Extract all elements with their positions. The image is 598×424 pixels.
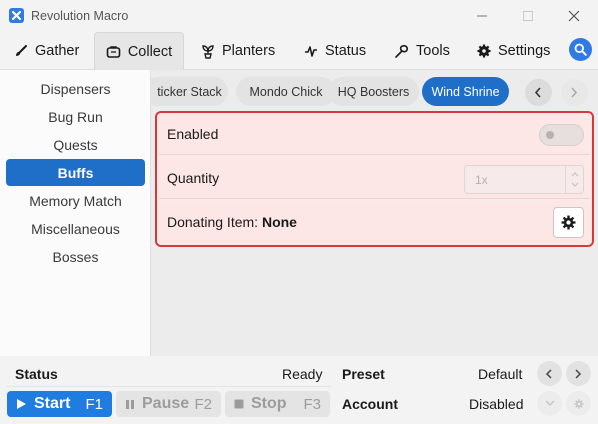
account-label: Account [342,396,398,412]
play-icon [17,399,26,409]
quantity-row: Quantity 1x [158,158,591,199]
subtab-label: Mondo Chick [249,84,323,99]
account-settings-button[interactable] [566,391,591,416]
preset-next-button[interactable] [566,361,591,386]
title-bar: Revolution Macro [0,0,598,32]
donating-item-caption: Donating Item: [167,214,259,230]
pause-icon [126,399,134,409]
tab-planters-label: Planters [222,43,276,59]
tab-gather-label: Gather [35,43,80,59]
stop-label: Stop [251,395,287,412]
subtab-mondo-chick[interactable]: Mondo Chick [236,77,336,106]
tab-status[interactable]: Status [304,32,366,70]
chevron-down-icon [545,400,555,406]
stop-hotkey: F3 [303,395,321,413]
enabled-toggle[interactable] [539,124,584,146]
sidebar-item-label: Bug Run [48,108,103,125]
tab-gather[interactable]: Gather [14,32,79,70]
sidebar-item-bug-run[interactable]: Bug Run [6,103,145,130]
account-value[interactable]: Disabled [469,396,523,412]
sidebar-item-label: Dispensers [40,80,111,97]
start-hotkey: F1 [85,395,103,413]
tab-status-label: Status [325,43,367,59]
sidebar-item-label: Bosses [52,248,99,265]
sidebar-item-bosses[interactable]: Bosses [6,243,145,270]
sidebar-item-quests[interactable]: Quests [6,131,145,158]
chevron-up-icon[interactable] [571,172,579,177]
start-label: Start [34,395,71,412]
status-label: Status [15,366,58,382]
subtab-wind-shrine[interactable]: Wind Shrine [422,77,509,106]
sidebar-item-miscellaneous[interactable]: Miscellaneous [6,215,145,242]
preset-prev-button[interactable] [537,361,562,386]
chevron-left-icon [534,87,541,98]
pause-button[interactable]: Pause F2 [116,391,221,417]
bag-icon [106,46,121,58]
minimize-button[interactable] [459,0,505,32]
pause-label: Pause [142,395,190,412]
tab-tools[interactable]: Tools [394,32,450,70]
divider [6,386,331,387]
gear-icon [561,215,576,230]
subtab-next-button[interactable] [561,79,588,106]
donating-item-row: Donating Item: None [158,202,591,243]
quantity-value: 1x [475,173,488,187]
gear-icon [574,399,584,409]
sidebar-item-label: Buffs [57,164,94,181]
start-button[interactable]: Start F1 [7,391,112,417]
tab-collect-label: Collect [127,44,173,60]
donating-item-settings-button[interactable] [553,207,584,238]
sidebar-item-label: Quests [53,136,98,153]
sidebar-item-memory-match[interactable]: Memory Match [6,187,145,214]
status-value: Ready [282,366,323,382]
sidebar: Dispensers Bug Run Quests Buffs Memory M… [0,70,151,356]
subtab-label: ticker Stack [157,84,222,99]
chevron-left-icon [545,369,552,379]
stop-button[interactable]: Stop F3 [225,391,330,417]
subtab-prev-button[interactable] [525,79,552,106]
preset-value[interactable]: Default [478,366,522,382]
main-tab-bar: Gather Collect Planters Status Tools Set… [0,32,598,71]
tab-tools-label: Tools [416,43,450,59]
donating-item-label: Donating Item: None [167,214,297,230]
sidebar-item-label: Miscellaneous [31,220,120,237]
chevron-right-icon [575,369,582,379]
toggle-knob [546,131,554,139]
subtab-label: Wind Shrine [431,84,500,99]
donating-item-value: None [261,214,297,230]
quantity-label: Quantity [167,170,220,186]
tab-planters[interactable]: Planters [201,32,275,70]
chevron-down-icon[interactable] [571,182,579,187]
enabled-label: Enabled [167,126,219,142]
quantity-spinner[interactable] [565,166,583,193]
pulse-icon [305,46,317,57]
maximize-button[interactable] [505,0,551,32]
pause-hotkey: F2 [194,395,212,413]
subtab-sticker-stack[interactable]: ticker Stack [151,77,228,106]
subtab-label: HQ Boosters [337,84,410,99]
search-button[interactable] [569,38,592,61]
app-title: Revolution Macro [31,9,129,23]
sidebar-item-label: Memory Match [29,192,122,209]
subtab-hq-boosters[interactable]: HQ Boosters [328,77,419,106]
tab-settings[interactable]: Settings [477,32,550,70]
chevron-right-icon [571,87,578,98]
tab-settings-label: Settings [498,43,551,59]
planter-icon [202,44,214,59]
close-button[interactable] [551,0,597,32]
enabled-row: Enabled [158,114,591,155]
sidebar-item-dispensers[interactable]: Dispensers [6,75,145,102]
sidebar-item-buffs[interactable]: Buffs [6,159,145,186]
app-logo-icon [9,8,24,23]
stop-icon [234,399,244,409]
search-icon [574,43,587,56]
wrench-icon [395,44,408,58]
quantity-stepper[interactable]: 1x [464,165,584,194]
shovel-icon [16,45,27,56]
preset-label: Preset [342,366,385,382]
gear-icon [477,44,491,58]
account-dropdown-button[interactable] [537,391,562,416]
tab-collect[interactable]: Collect [94,32,184,71]
